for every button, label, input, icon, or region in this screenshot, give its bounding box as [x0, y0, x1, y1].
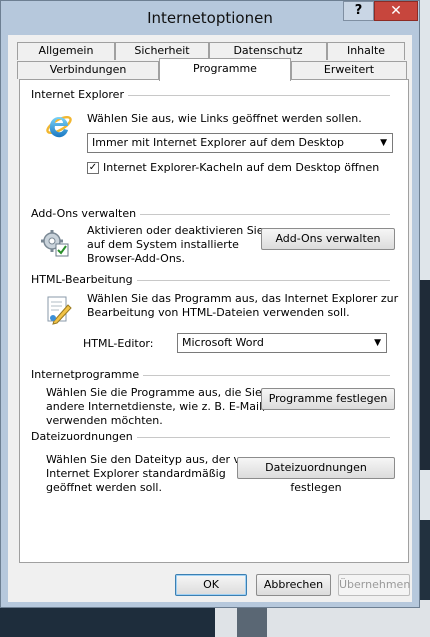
- open-tiles-on-desktop-checkbox[interactable]: ✓: [87, 162, 99, 174]
- internet-programs-description-line-3: verwenden möchten.: [46, 414, 163, 427]
- tab-verbindungen[interactable]: Verbindungen: [17, 61, 159, 79]
- html-editor-select[interactable]: Microsoft Word ▼: [177, 333, 387, 353]
- internet-explorer-icon: [44, 109, 74, 142]
- html-editing-description-line-2: Bearbeitung von HTML-Dateien verwenden s…: [87, 306, 350, 319]
- programme-tab-panel: Internet Explorer Wählen Sie aus, wie Li…: [19, 79, 409, 563]
- link-open-mode-value: Immer mit Internet Explorer auf dem Desk…: [92, 136, 344, 149]
- group-divider: [124, 280, 390, 281]
- tab-allgemein[interactable]: Allgemein: [17, 42, 115, 60]
- cancel-button[interactable]: Abbrechen: [256, 574, 331, 596]
- html-editing-heading: HTML-Bearbeitung: [31, 273, 137, 286]
- set-file-associations-button[interactable]: Dateizuordnungen festlegen: [237, 457, 395, 494]
- manage-addons-button[interactable]: Add-Ons verwalten: [261, 228, 395, 250]
- ok-button[interactable]: OK: [175, 574, 247, 596]
- addons-description-line-2: auf dem System installierte: [87, 238, 239, 251]
- internet-programs-description-line-1: Wählen Sie die Programme aus, die Sie fü…: [46, 386, 281, 399]
- chevron-down-icon: ▼: [374, 338, 381, 348]
- group-divider: [110, 95, 390, 96]
- set-programs-button[interactable]: Programme festlegen: [261, 388, 395, 410]
- group-divider: [130, 214, 390, 215]
- title-bar[interactable]: Internetoptionen ? ✕: [1, 1, 419, 35]
- group-divider: [128, 437, 390, 438]
- internet-options-dialog: Internetoptionen ? ✕ Allgemein Sicherhei…: [0, 0, 420, 608]
- addons-description-line-1: Aktivieren oder deaktivieren Sie: [87, 224, 264, 237]
- help-button[interactable]: ?: [343, 1, 374, 21]
- chevron-down-icon: ▼: [380, 138, 387, 148]
- html-editor-icon: [44, 295, 74, 328]
- internet-explorer-description: Wählen Sie aus, wie Links geöffnet werde…: [87, 112, 362, 125]
- html-editing-description-line-1: Wählen Sie das Programm aus, das Interne…: [87, 292, 399, 305]
- addons-heading: Add-Ons verwalten: [31, 207, 141, 220]
- open-tiles-on-desktop-label[interactable]: Internet Explorer-Kacheln auf dem Deskto…: [103, 161, 379, 175]
- addons-description-line-3: Browser-Add-Ons.: [87, 252, 186, 265]
- tab-erweitert[interactable]: Erweitert: [291, 61, 407, 79]
- tab-inhalte[interactable]: Inhalte: [327, 42, 405, 60]
- file-associations-description-line-3: geöffnet werden soll.: [46, 481, 162, 494]
- apply-button[interactable]: Übernehmen: [338, 574, 410, 596]
- file-associations-description-line-2: Internet Explorer standardmäßig: [46, 467, 226, 480]
- file-associations-heading: Dateizuordnungen: [31, 430, 137, 443]
- addons-gear-icon: [40, 227, 72, 262]
- background-block: [0, 606, 215, 637]
- background-block: [237, 606, 267, 637]
- html-editor-value: Microsoft Word: [182, 336, 264, 349]
- tab-programme[interactable]: Programme: [159, 58, 291, 81]
- internet-explorer-heading: Internet Explorer: [31, 88, 128, 101]
- link-open-mode-select[interactable]: Immer mit Internet Explorer auf dem Desk…: [87, 133, 393, 153]
- file-associations-description-line-1: Wählen Sie den Dateityp aus, der von: [46, 453, 254, 466]
- group-divider: [132, 375, 390, 376]
- internet-programs-heading: Internetprogramme: [31, 368, 144, 381]
- internet-programs-description-line-2: andere Internetdienste, wie z. B. E-Mail…: [46, 400, 266, 413]
- close-button[interactable]: ✕: [374, 1, 418, 21]
- html-editor-label: HTML-Editor:: [83, 337, 154, 350]
